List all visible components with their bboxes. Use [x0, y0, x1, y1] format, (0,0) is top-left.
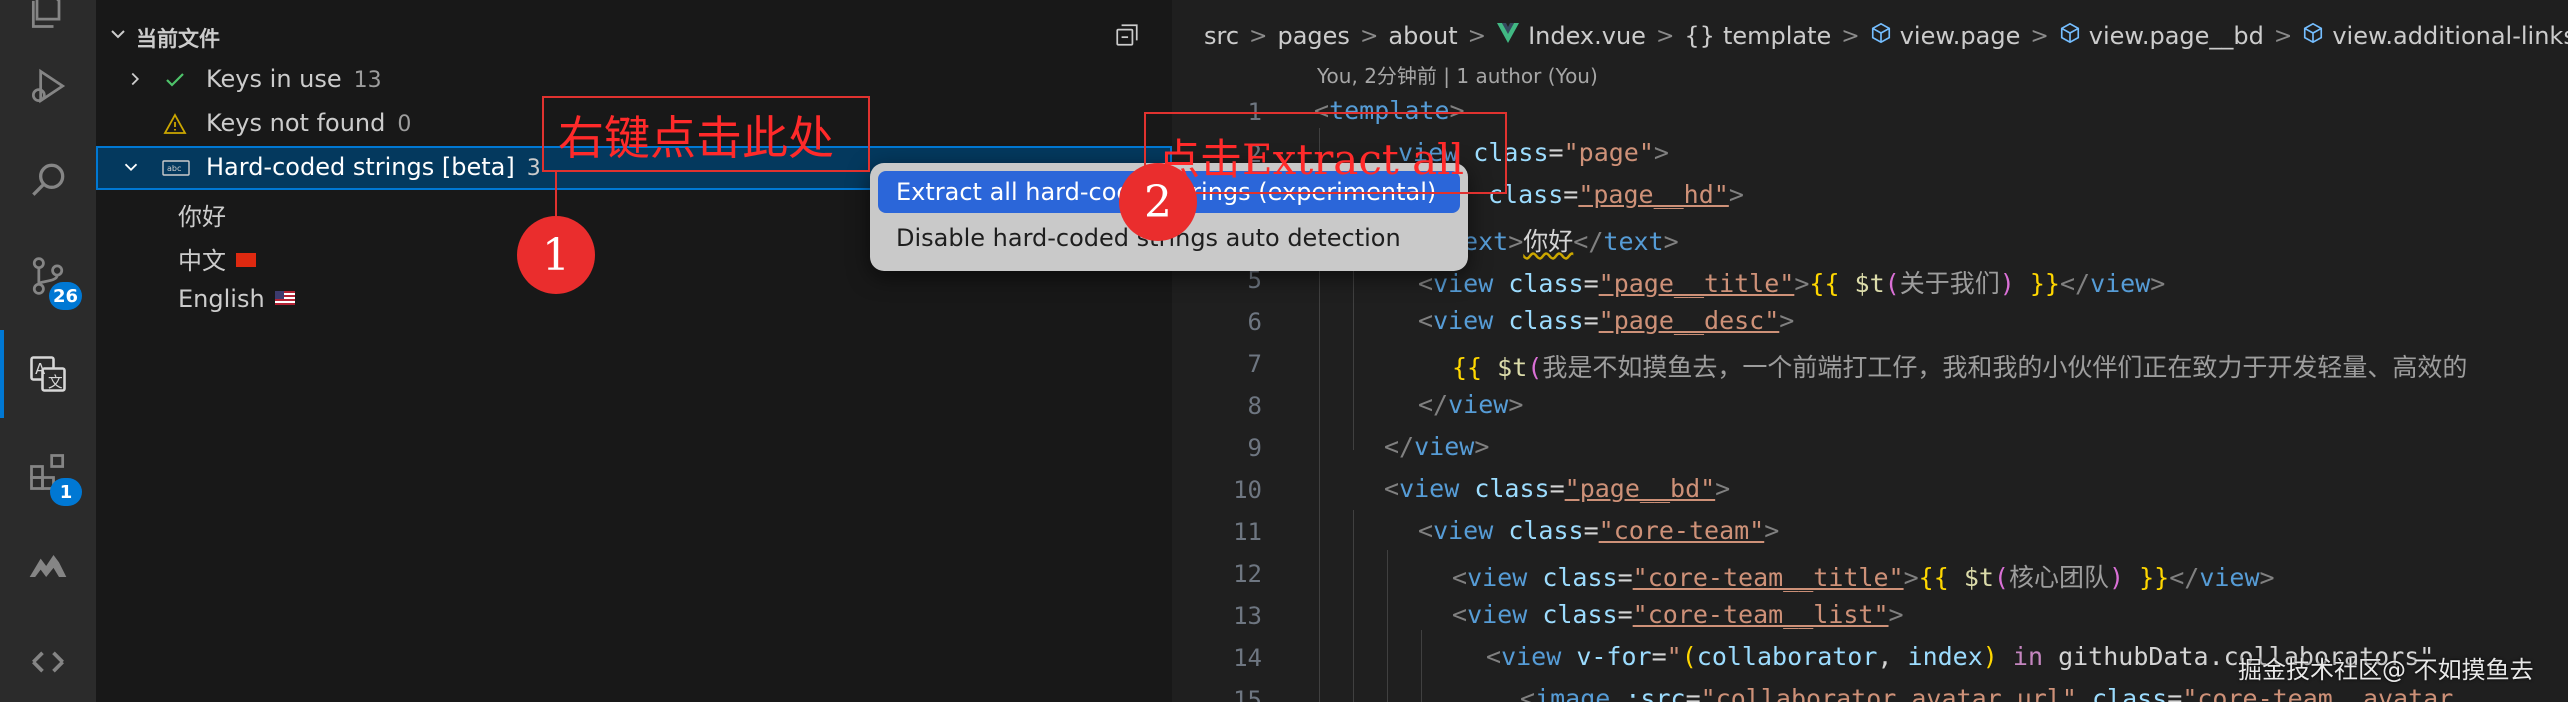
tree-item-count: 13: [353, 68, 382, 93]
chevron-right-icon: >: [1841, 23, 1860, 49]
line-number: 8: [1247, 392, 1262, 420]
codelens-blame[interactable]: You, 2分钟前 | 1 author (You): [1317, 60, 1598, 89]
china-flag-icon: [236, 253, 256, 267]
line-number: 7: [1247, 350, 1262, 378]
annotation-step1-line: [555, 172, 557, 216]
marker-icon[interactable]: [24, 542, 72, 590]
indent-guide: [1387, 550, 1388, 702]
svg-text:A: A: [35, 361, 45, 378]
line-number: 10: [1233, 476, 1262, 504]
line-number: 12: [1233, 560, 1262, 588]
source-control-icon[interactable]: 26: [24, 252, 82, 310]
code-line[interactable]: <view class="page__bd">: [1384, 474, 1730, 503]
indent-guide: [1353, 510, 1354, 702]
chevron-right-icon: >: [1249, 23, 1268, 49]
watermark: 掘金技术社区@ 不如摸鱼去: [2238, 656, 2534, 684]
code-line[interactable]: <view class="page__desc">: [1418, 306, 1794, 335]
string-icon: abc: [162, 156, 190, 186]
string-item-label: English: [178, 285, 265, 313]
cube-icon: [1870, 22, 1892, 50]
svg-text:abc: abc: [167, 164, 181, 173]
code-line[interactable]: class="page__hd">: [1488, 180, 1744, 209]
cube-icon: [2302, 22, 2324, 50]
code-line[interactable]: <view class="core-team__title">{{ $t(核心团…: [1452, 558, 2275, 594]
us-flag-icon: [274, 291, 295, 305]
tree-item-count: 0: [397, 112, 412, 137]
section-title: 当前文件: [136, 27, 220, 51]
breadcrumb-item[interactable]: view.page: [1900, 22, 2021, 50]
braces-icon: {}: [1684, 22, 1715, 50]
code-line[interactable]: <view class="core-team__list">: [1452, 600, 1904, 629]
chevron-down-icon: [106, 22, 130, 50]
annotation-step2-number: 2: [1119, 163, 1197, 241]
breadcrumb-item[interactable]: about: [1388, 22, 1457, 50]
activity-bar: 26 A文 1: [0, 0, 96, 702]
explorer-icon[interactable]: [24, 0, 72, 34]
code-line[interactable]: text>你好</text>: [1448, 222, 1679, 258]
annotation-step1-number: 1: [517, 216, 595, 294]
line-number: 14: [1233, 644, 1262, 672]
chevron-right-icon: >: [2030, 23, 2049, 49]
tree-item-label: Hard-coded strings [beta]: [206, 153, 515, 181]
line-number: 15: [1233, 686, 1262, 702]
annotation-step2-label: 点击Extract all: [1144, 112, 1507, 194]
section-header[interactable]: 当前文件: [96, 18, 1172, 54]
extensions-icon[interactable]: 1: [24, 448, 82, 506]
chevron-right-icon: [124, 68, 146, 96]
chevron-down-icon: [120, 156, 142, 184]
search-icon[interactable]: [24, 156, 72, 204]
i18n-ally-icon[interactable]: A文: [0, 330, 72, 418]
chevron-right-icon: >: [1359, 23, 1379, 49]
editor: src > pages > about > Index.vue > {} tem…: [1172, 0, 2568, 702]
vue-icon: [1496, 22, 1520, 50]
remote-icon[interactable]: [24, 638, 72, 686]
chevron-right-icon: >: [2273, 23, 2293, 49]
breadcrumb: src > pages > about > Index.vue > {} tem…: [1204, 18, 2568, 54]
source-control-badge: 26: [48, 282, 82, 310]
chevron-right-icon: >: [1655, 23, 1675, 49]
line-number: 9: [1247, 434, 1262, 462]
run-debug-icon[interactable]: [24, 62, 72, 110]
code-line[interactable]: {{ $t(我是不如摸鱼去，一个前端打工仔，我和我的小伙伴们正在致力于开发轻量、…: [1452, 348, 2467, 384]
line-number: 13: [1233, 602, 1262, 630]
code-line[interactable]: <image :src="collaborator.avatar_url" cl…: [1520, 684, 2453, 702]
svg-text:文: 文: [48, 374, 63, 391]
breadcrumb-item[interactable]: pages: [1277, 22, 1349, 50]
string-item[interactable]: English: [96, 278, 1172, 322]
line-number: 6: [1247, 308, 1262, 336]
check-icon: [162, 68, 188, 98]
warning-icon: [162, 112, 188, 142]
string-item-label: 中文: [178, 247, 226, 275]
code-line[interactable]: <view class="core-team">: [1418, 516, 1779, 545]
line-number: 11: [1233, 518, 1262, 546]
breadcrumb-item[interactable]: view.additional-links: [2332, 22, 2568, 50]
breadcrumb-item[interactable]: src: [1204, 22, 1239, 50]
breadcrumb-item[interactable]: view.page__bd: [2089, 22, 2264, 50]
code-line[interactable]: </view>: [1384, 432, 1489, 461]
cube-icon: [2059, 22, 2081, 50]
tree-item-label: Keys in use: [206, 65, 342, 93]
extensions-badge: 1: [50, 478, 82, 506]
breadcrumb-item[interactable]: Index.vue: [1528, 22, 1646, 50]
code-line[interactable]: </view>: [1418, 390, 1523, 419]
tree-item-count: 3: [526, 156, 541, 181]
annotation-step1-label: 右键点击此处: [542, 96, 870, 172]
chevron-right-icon: >: [1467, 23, 1487, 49]
code-line[interactable]: <view class="page__title">{{ $t(关于我们) }}…: [1418, 264, 2165, 300]
collapse-all-icon[interactable]: [1114, 22, 1140, 52]
breadcrumb-item[interactable]: template: [1723, 22, 1831, 50]
indent-guide: [1421, 630, 1422, 702]
tree-item-label: Keys not found: [206, 109, 386, 137]
string-item-label: 你好: [178, 203, 226, 231]
